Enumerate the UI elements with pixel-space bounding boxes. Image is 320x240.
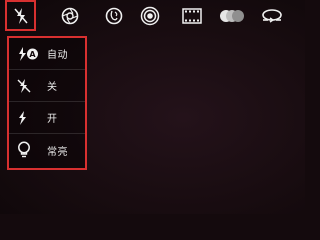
flash-option-off[interactable]: 关 bbox=[9, 70, 85, 102]
flash-off-icon bbox=[13, 7, 28, 24]
flash-toggle-button[interactable] bbox=[5, 0, 36, 31]
flash-mode-menu: A 自动 关 开 常亮 bbox=[7, 36, 87, 170]
color-filter-button[interactable] bbox=[217, 4, 247, 28]
shutter-icon bbox=[61, 7, 79, 25]
flash-option-label: 关 bbox=[47, 82, 58, 93]
capture-mode-button[interactable] bbox=[138, 4, 162, 28]
flash-option-torch[interactable]: 常亮 bbox=[9, 134, 85, 166]
color-filter-icon bbox=[220, 10, 244, 22]
flash-option-label: 自动 bbox=[47, 50, 68, 61]
shutter-settings-button[interactable] bbox=[58, 4, 82, 28]
flash-option-auto[interactable]: A 自动 bbox=[9, 38, 85, 70]
flash-option-label: 开 bbox=[47, 114, 58, 125]
video-mode-button[interactable] bbox=[180, 4, 204, 28]
flash-on-icon bbox=[17, 108, 41, 128]
flash-option-label: 常亮 bbox=[47, 146, 68, 158]
flash-auto-icon: A bbox=[17, 44, 41, 64]
switch-camera-icon bbox=[262, 9, 282, 23]
bulb-icon bbox=[17, 140, 41, 160]
film-icon bbox=[182, 8, 202, 24]
capture-mode-icon bbox=[140, 6, 160, 26]
camera-toolbar bbox=[0, 0, 305, 32]
beauty-mode-button[interactable] bbox=[102, 4, 126, 28]
flash-option-on[interactable]: 开 bbox=[9, 102, 85, 134]
flash-off-icon bbox=[17, 76, 41, 96]
switch-camera-button[interactable] bbox=[258, 4, 286, 28]
beauty-face-icon bbox=[105, 7, 123, 25]
svg-text:A: A bbox=[29, 50, 36, 59]
